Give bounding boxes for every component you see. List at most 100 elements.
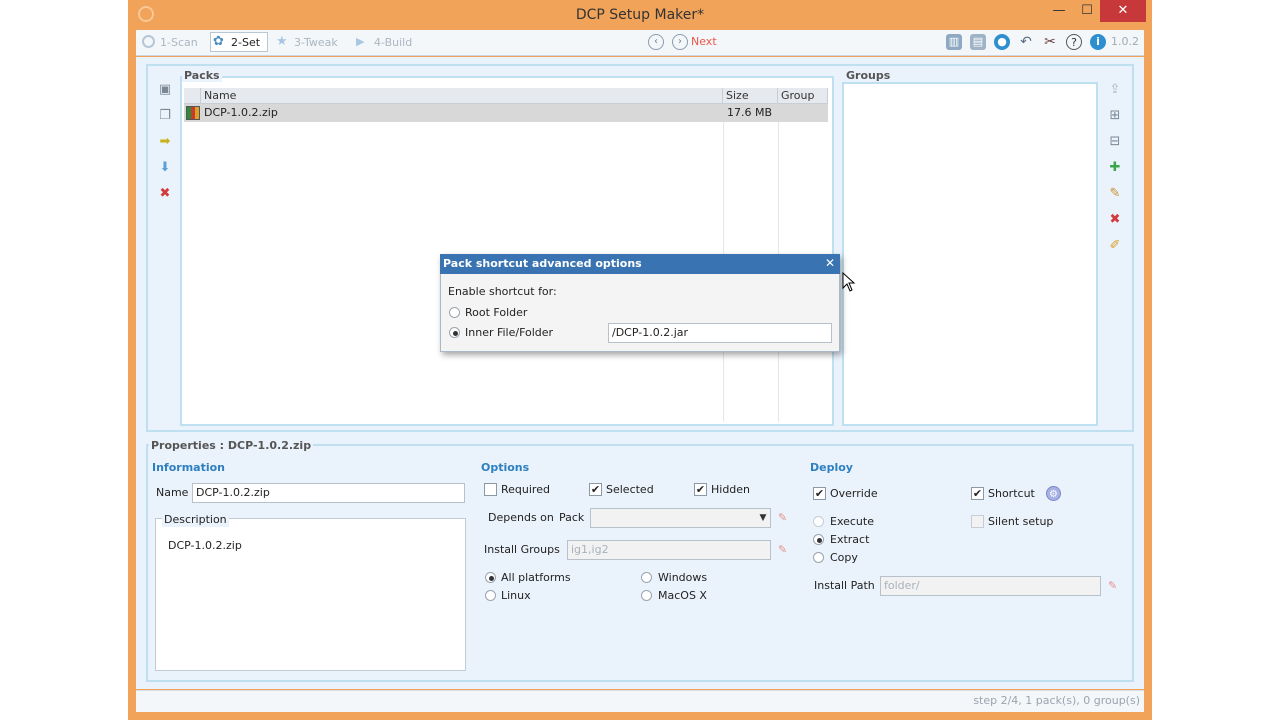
install-groups-input[interactable]: ig1,ig2 [567,540,771,560]
information-label: Information [150,461,227,474]
groups-frame [842,82,1098,426]
windows-radio[interactable] [641,572,652,583]
copy-icon[interactable]: ❐ [157,108,173,124]
version-label: 1.0.2 [1111,35,1139,48]
step-set-tab[interactable]: ✿ 2-Set [210,32,268,52]
selected-label: Selected [606,483,654,496]
deploy-label: Deploy [808,461,855,474]
step-scan-tab[interactable]: 1-Scan [140,33,204,53]
required-label: Required [501,483,550,496]
step-build-tab[interactable]: ▶ 4-Build [354,33,420,53]
hidden-label: Hidden [711,483,751,496]
step-scan-label: 1-Scan [160,36,198,49]
install-path-label: Install Path [814,579,875,592]
copy-label: Copy [830,551,858,564]
selected-checkbox[interactable]: ✔ [589,483,602,496]
pack-label: Pack [559,511,585,524]
close-button[interactable]: ✕ [1100,0,1146,22]
silent-setup-label: Silent setup [988,515,1054,528]
windows-label: Windows [658,571,708,584]
hidden-checkbox[interactable]: ✔ [694,483,707,496]
remove-group-icon[interactable]: ⊟ [1107,134,1123,150]
column-header-name[interactable]: Name [201,88,723,104]
select-all-icon[interactable]: ▣ [157,82,173,98]
status-text: step 2/4, 1 pack(s), 0 group(s) [973,694,1140,707]
properties-label: Properties : DCP-1.0.2.zip [149,439,314,452]
next-step-button[interactable]: › [672,34,688,50]
extract-radio[interactable] [813,534,824,545]
help-icon[interactable]: ? [1066,34,1082,50]
next-label[interactable]: Next [691,33,717,51]
inner-file-label: Inner File/Folder [465,326,554,339]
delete-group-icon[interactable]: ✖ [1107,212,1123,228]
step-set-label: 2-Set [231,36,261,49]
add-group-icon[interactable]: ⊞ [1107,108,1123,124]
execute-radio[interactable] [813,516,824,527]
linux-label: Linux [501,589,531,602]
magnifier-icon [142,35,155,48]
copy-radio[interactable] [813,552,824,563]
edit-icon[interactable]: ✎ [1107,186,1123,202]
arrow-right-icon[interactable]: ➡ [157,134,173,150]
add-icon[interactable]: ✚ [1107,160,1123,176]
shortcut-label: Shortcut [988,487,1035,500]
star-icon: ★ [276,34,288,49]
enable-shortcut-label: Enable shortcut for: [448,285,557,298]
export-icon[interactable]: ⇪ [1107,82,1123,98]
play-icon: ▶ [356,35,365,48]
packs-label: Packs [182,69,222,82]
execute-label: Execute [830,515,874,528]
name-label: Name [156,486,189,499]
clear-dependency-icon[interactable]: ✎ [778,511,787,524]
user-icon[interactable]: ● [994,34,1010,50]
column-header-size[interactable]: Size [723,88,778,104]
clear-groups-icon[interactable]: ✎ [778,543,787,556]
silent-setup-checkbox[interactable] [971,515,984,528]
install-path-input[interactable]: folder/ [880,576,1101,596]
clean-icon[interactable]: ✐ [1107,238,1123,254]
inner-path-input[interactable]: /DCP-1.0.2.jar [608,323,832,343]
extract-label: Extract [830,533,870,546]
chart-icon[interactable]: ▥ [946,34,962,50]
delete-pack-icon[interactable]: ✖ [157,186,173,202]
clear-path-icon[interactable]: ✎ [1108,579,1117,592]
step-tweak-tab[interactable]: ★ 3-Tweak [274,33,348,53]
override-checkbox[interactable]: ✔ [813,487,826,500]
depends-on-select[interactable] [590,508,771,528]
macos-radio[interactable] [641,590,652,601]
save-icon[interactable]: ▤ [970,34,986,50]
required-checkbox[interactable] [484,483,497,496]
undo-icon[interactable]: ↶ [1018,34,1034,50]
previous-step-button[interactable]: ‹ [648,34,664,50]
dialog-close-icon[interactable]: ✕ [823,256,837,270]
pack-size-cell: 17.6 MB [727,106,773,119]
shortcut-settings-icon[interactable]: ⚙ [1046,486,1061,501]
zip-file-icon [186,106,200,120]
inner-file-radio[interactable] [449,327,460,338]
chevron-down-icon[interactable]: ▼ [756,510,770,526]
mouse-cursor-icon [842,272,856,292]
root-folder-label: Root Folder [465,306,528,319]
dialog-title[interactable]: Pack shortcut advanced options [440,254,840,274]
options-label: Options [479,461,532,474]
groups-label: Groups [844,69,893,82]
pack-name-cell: DCP-1.0.2.zip [204,106,278,119]
all-platforms-radio[interactable] [485,572,496,583]
packs-frame [180,76,834,426]
window-title: DCP Setup Maker* [575,7,705,23]
depends-on-label: Depends on [488,511,554,524]
step-build-label: 4-Build [374,36,413,49]
description-text[interactable]: DCP-1.0.2.zip [168,539,242,553]
macos-label: MacOS X [658,589,707,602]
description-label: Description [162,513,229,527]
name-input[interactable]: DCP-1.0.2.zip [192,483,465,503]
tools-icon[interactable]: ✂ [1042,34,1058,50]
linux-radio[interactable] [485,590,496,601]
shortcut-checkbox[interactable]: ✔ [971,487,984,500]
root-folder-radio[interactable] [449,307,460,318]
gear-icon: ✿ [213,34,224,49]
install-groups-label: Install Groups [484,543,560,556]
arrow-down-icon[interactable]: ⬇ [157,160,173,176]
info-icon[interactable]: i [1090,34,1106,50]
column-header-group[interactable]: Group [778,88,828,104]
